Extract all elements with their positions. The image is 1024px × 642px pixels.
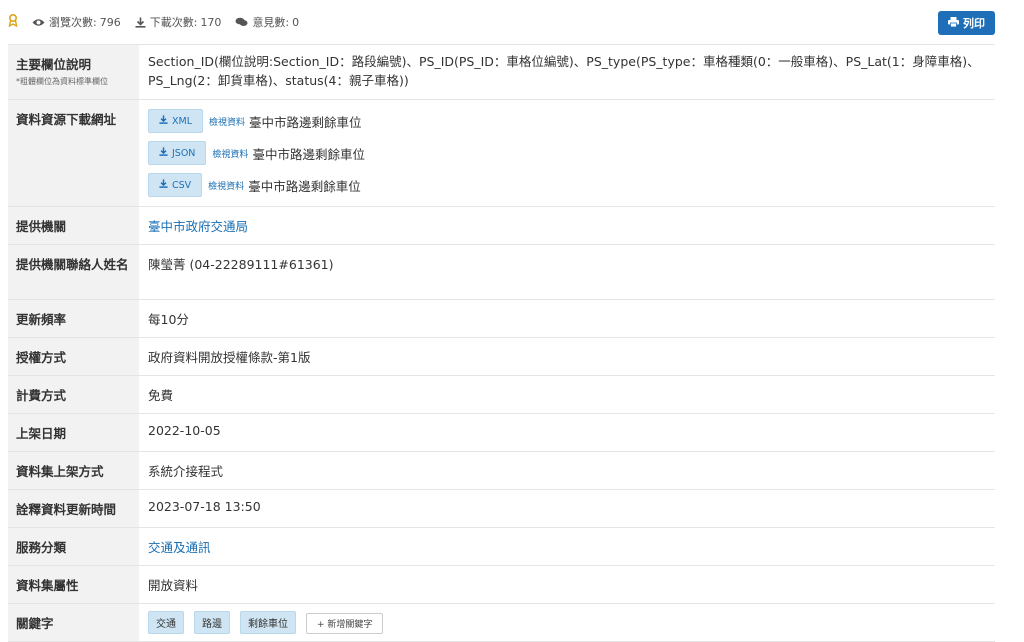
download-icon <box>135 17 146 28</box>
json-format-label: JSON <box>172 147 196 159</box>
views-stat: 瀏覽次數: 796 <box>32 14 121 30</box>
main-fields-sublabel: *粗體欄位為資料標準欄位 <box>16 77 108 86</box>
metadata-updated-label: 詮釋資料更新時間 <box>8 489 139 528</box>
contact-label: 提供機關聯絡人姓名 <box>8 244 139 300</box>
fee-value: 免費 <box>139 375 995 414</box>
release-method-label: 資料集上架方式 <box>8 451 139 490</box>
xml-download-button[interactable]: XML <box>148 109 203 133</box>
frequency-label: 更新頻率 <box>8 299 139 338</box>
stats-bar: 瀏覽次數: 796 下載次數: 170 意見數: 0 <box>8 13 313 30</box>
download-icon <box>159 179 168 191</box>
row-download: 資料資源下載網址 XML 檢視資料 臺中市路邊剩餘車位 JSON 檢視資料 臺中… <box>8 99 995 207</box>
dataset-type-label: 資料集屬性 <box>8 565 139 604</box>
csv-view-link[interactable]: 檢視資料 <box>208 179 244 192</box>
json-download-button[interactable]: JSON <box>148 141 207 165</box>
downloads-stat: 下載次數: 170 <box>135 14 222 30</box>
dataset-info-table: 主要欄位說明 *粗體欄位為資料標準欄位 Section_ID(欄位說明:Sect… <box>8 44 995 642</box>
provider-label: 提供機關 <box>8 206 139 245</box>
download-icon <box>159 115 168 127</box>
fee-label: 計費方式 <box>8 375 139 414</box>
eye-icon <box>32 18 45 27</box>
service-category-link[interactable]: 交通及通訊 <box>148 540 211 555</box>
row-metadata-updated: 詮釋資料更新時間 2023-07-18 13:50 <box>8 489 995 528</box>
views-count: 796 <box>99 15 121 29</box>
provider-link[interactable]: 臺中市政府交通局 <box>148 219 248 234</box>
release-date-label: 上架日期 <box>8 413 139 452</box>
main-fields-value: Section_ID(欄位說明:Section_ID：路段編號)、PS_ID(P… <box>139 44 995 100</box>
views-label: 瀏覽次數: <box>49 16 97 29</box>
download-icon <box>159 147 168 159</box>
json-resource-name: 臺中市路邊剩餘車位 <box>252 146 365 162</box>
print-label: 列印 <box>963 18 985 30</box>
json-view-link[interactable]: 檢視資料 <box>212 147 248 160</box>
dataset-type-value: 開放資料 <box>139 565 995 604</box>
xml-format-label: XML <box>172 115 192 127</box>
row-service-category: 服務分類 交通及通訊 <box>8 527 995 566</box>
license-value: 政府資料開放授權條款-第1版 <box>139 337 995 376</box>
printer-icon <box>948 16 959 30</box>
comments-icon <box>235 17 248 27</box>
comments-label: 意見數: <box>252 16 290 29</box>
csv-download-button[interactable]: CSV <box>148 173 203 197</box>
download-item-json: JSON 檢視資料 臺中市路邊剩餘車位 <box>148 141 986 165</box>
award-icon <box>8 13 18 30</box>
frequency-value: 每10分 <box>139 299 995 338</box>
row-license: 授權方式 政府資料開放授權條款-第1版 <box>8 337 995 376</box>
row-provider: 提供機關 臺中市政府交通局 <box>8 206 995 245</box>
add-keyword-button[interactable]: + 新增關鍵字 <box>305 613 384 634</box>
release-method-value: 系統介接程式 <box>139 451 995 490</box>
header-bar: 瀏覽次數: 796 下載次數: 170 意見數: 0 列印 <box>0 0 1024 42</box>
keyword-tag[interactable]: 路邊 <box>193 611 230 634</box>
keyword-tag[interactable]: 交通 <box>148 611 184 634</box>
print-button[interactable]: 列印 <box>938 11 995 35</box>
download-label: 資料資源下載網址 <box>8 99 139 207</box>
release-date-value: 2022-10-05 <box>139 413 995 452</box>
download-item-xml: XML 檢視資料 臺中市路邊剩餘車位 <box>148 109 986 133</box>
row-keywords: 關鍵字 交通 路邊 剩餘車位 + 新增關鍵字 <box>8 603 995 642</box>
metadata-updated-value: 2023-07-18 13:50 <box>139 489 995 528</box>
main-fields-label: 主要欄位說明 <box>16 57 92 72</box>
row-fee: 計費方式 免費 <box>8 375 995 414</box>
row-release-date: 上架日期 2022-10-05 <box>8 413 995 452</box>
keyword-tag[interactable]: 剩餘車位 <box>239 611 296 634</box>
downloads-count: 170 <box>200 15 222 29</box>
row-frequency: 更新頻率 每10分 <box>8 299 995 338</box>
csv-format-label: CSV <box>172 179 192 191</box>
downloads-label: 下載次數: <box>149 16 198 29</box>
contact-value: 陳瑩菁 (04-22289111#61361) <box>139 244 995 300</box>
row-dataset-type: 資料集屬性 開放資料 <box>8 565 995 604</box>
license-label: 授權方式 <box>8 337 139 376</box>
xml-resource-name: 臺中市路邊剩餘車位 <box>249 114 362 130</box>
service-category-label: 服務分類 <box>8 527 139 566</box>
row-main-fields: 主要欄位說明 *粗體欄位為資料標準欄位 Section_ID(欄位說明:Sect… <box>8 44 995 100</box>
keywords-label: 關鍵字 <box>8 603 139 642</box>
comments-count: 0 <box>292 15 300 29</box>
download-item-csv: CSV 檢視資料 臺中市路邊剩餘車位 <box>148 173 986 197</box>
row-release-method: 資料集上架方式 系統介接程式 <box>8 451 995 490</box>
comments-stat: 意見數: 0 <box>235 14 299 30</box>
xml-view-link[interactable]: 檢視資料 <box>209 115 245 128</box>
csv-resource-name: 臺中市路邊剩餘車位 <box>248 178 361 194</box>
row-contact: 提供機關聯絡人姓名 陳瑩菁 (04-22289111#61361) <box>8 244 995 300</box>
